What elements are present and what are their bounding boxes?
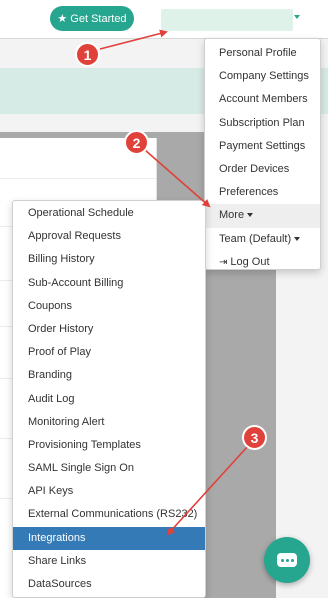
top-bar: ★ Get Started — [0, 0, 328, 39]
step-marker-3: 3 — [242, 425, 267, 450]
menu-item-preferences[interactable]: Preferences — [205, 181, 320, 204]
menu-item-more[interactable]: More — [205, 204, 320, 228]
submenu-item-provisioning-templates[interactable]: Provisioning Templates — [13, 434, 205, 457]
user-menu: Personal Profile Company Settings Accoun… — [204, 38, 321, 270]
submenu-item-branding[interactable]: Branding — [13, 364, 205, 387]
submenu-item-saml-sso[interactable]: SAML Single Sign On — [13, 457, 205, 480]
chat-button[interactable] — [264, 537, 310, 583]
menu-item-order-devices[interactable]: Order Devices — [205, 158, 320, 181]
submenu-item-share-links[interactable]: Share Links — [13, 550, 205, 573]
step-marker-2: 2 — [124, 130, 149, 155]
submenu-item-order-history[interactable]: Order History — [13, 318, 205, 341]
submenu-item-sub-account-billing[interactable]: Sub-Account Billing — [13, 272, 205, 295]
submenu-item-operational-schedule[interactable]: Operational Schedule — [13, 202, 205, 225]
menu-item-log-out-label: Log Out — [230, 255, 270, 268]
account-dropdown[interactable] — [161, 9, 293, 31]
menu-item-company-settings[interactable]: Company Settings — [205, 65, 320, 88]
submenu-item-billing-history[interactable]: Billing History — [13, 248, 205, 271]
get-started-button[interactable]: ★ Get Started — [50, 6, 134, 31]
menu-item-more-label: More — [219, 209, 245, 222]
submenu-item-external-communications[interactable]: External Communications (RS232) — [13, 503, 205, 526]
get-started-label: Get Started — [70, 12, 127, 25]
star-icon: ★ — [57, 13, 68, 25]
divider — [0, 178, 156, 179]
submenu-item-datasources[interactable]: DataSources — [13, 573, 205, 596]
submenu-item-coupons[interactable]: Coupons — [13, 295, 205, 318]
menu-item-log-out[interactable]: ⇥ Log Out — [205, 251, 320, 274]
submenu-item-monitoring-alert[interactable]: Monitoring Alert — [13, 411, 205, 434]
caret-down-icon — [294, 236, 301, 241]
menu-item-team[interactable]: Team (Default) — [205, 228, 320, 251]
submenu-item-integrations[interactable]: Integrations — [13, 526, 205, 550]
step-marker-1: 1 — [75, 42, 100, 67]
menu-item-subscription-plan[interactable]: Subscription Plan — [205, 112, 320, 135]
submenu-item-proof-of-play[interactable]: Proof of Play — [13, 341, 205, 364]
menu-item-payment-settings[interactable]: Payment Settings — [205, 135, 320, 158]
more-submenu: Operational Schedule Approval Requests B… — [12, 200, 206, 598]
logout-icon: ⇥ — [219, 256, 228, 268]
submenu-item-audit-log[interactable]: Audit Log — [13, 388, 205, 411]
menu-item-team-label: Team (Default) — [219, 232, 292, 245]
caret-down-icon — [247, 213, 254, 218]
submenu-item-api-keys[interactable]: API Keys — [13, 480, 205, 503]
chevron-down-icon[interactable] — [294, 15, 300, 19]
chat-icon — [277, 553, 297, 567]
menu-item-account-members[interactable]: Account Members — [205, 88, 320, 111]
menu-item-personal-profile[interactable]: Personal Profile — [205, 42, 320, 65]
submenu-item-approval-requests[interactable]: Approval Requests — [13, 225, 205, 248]
